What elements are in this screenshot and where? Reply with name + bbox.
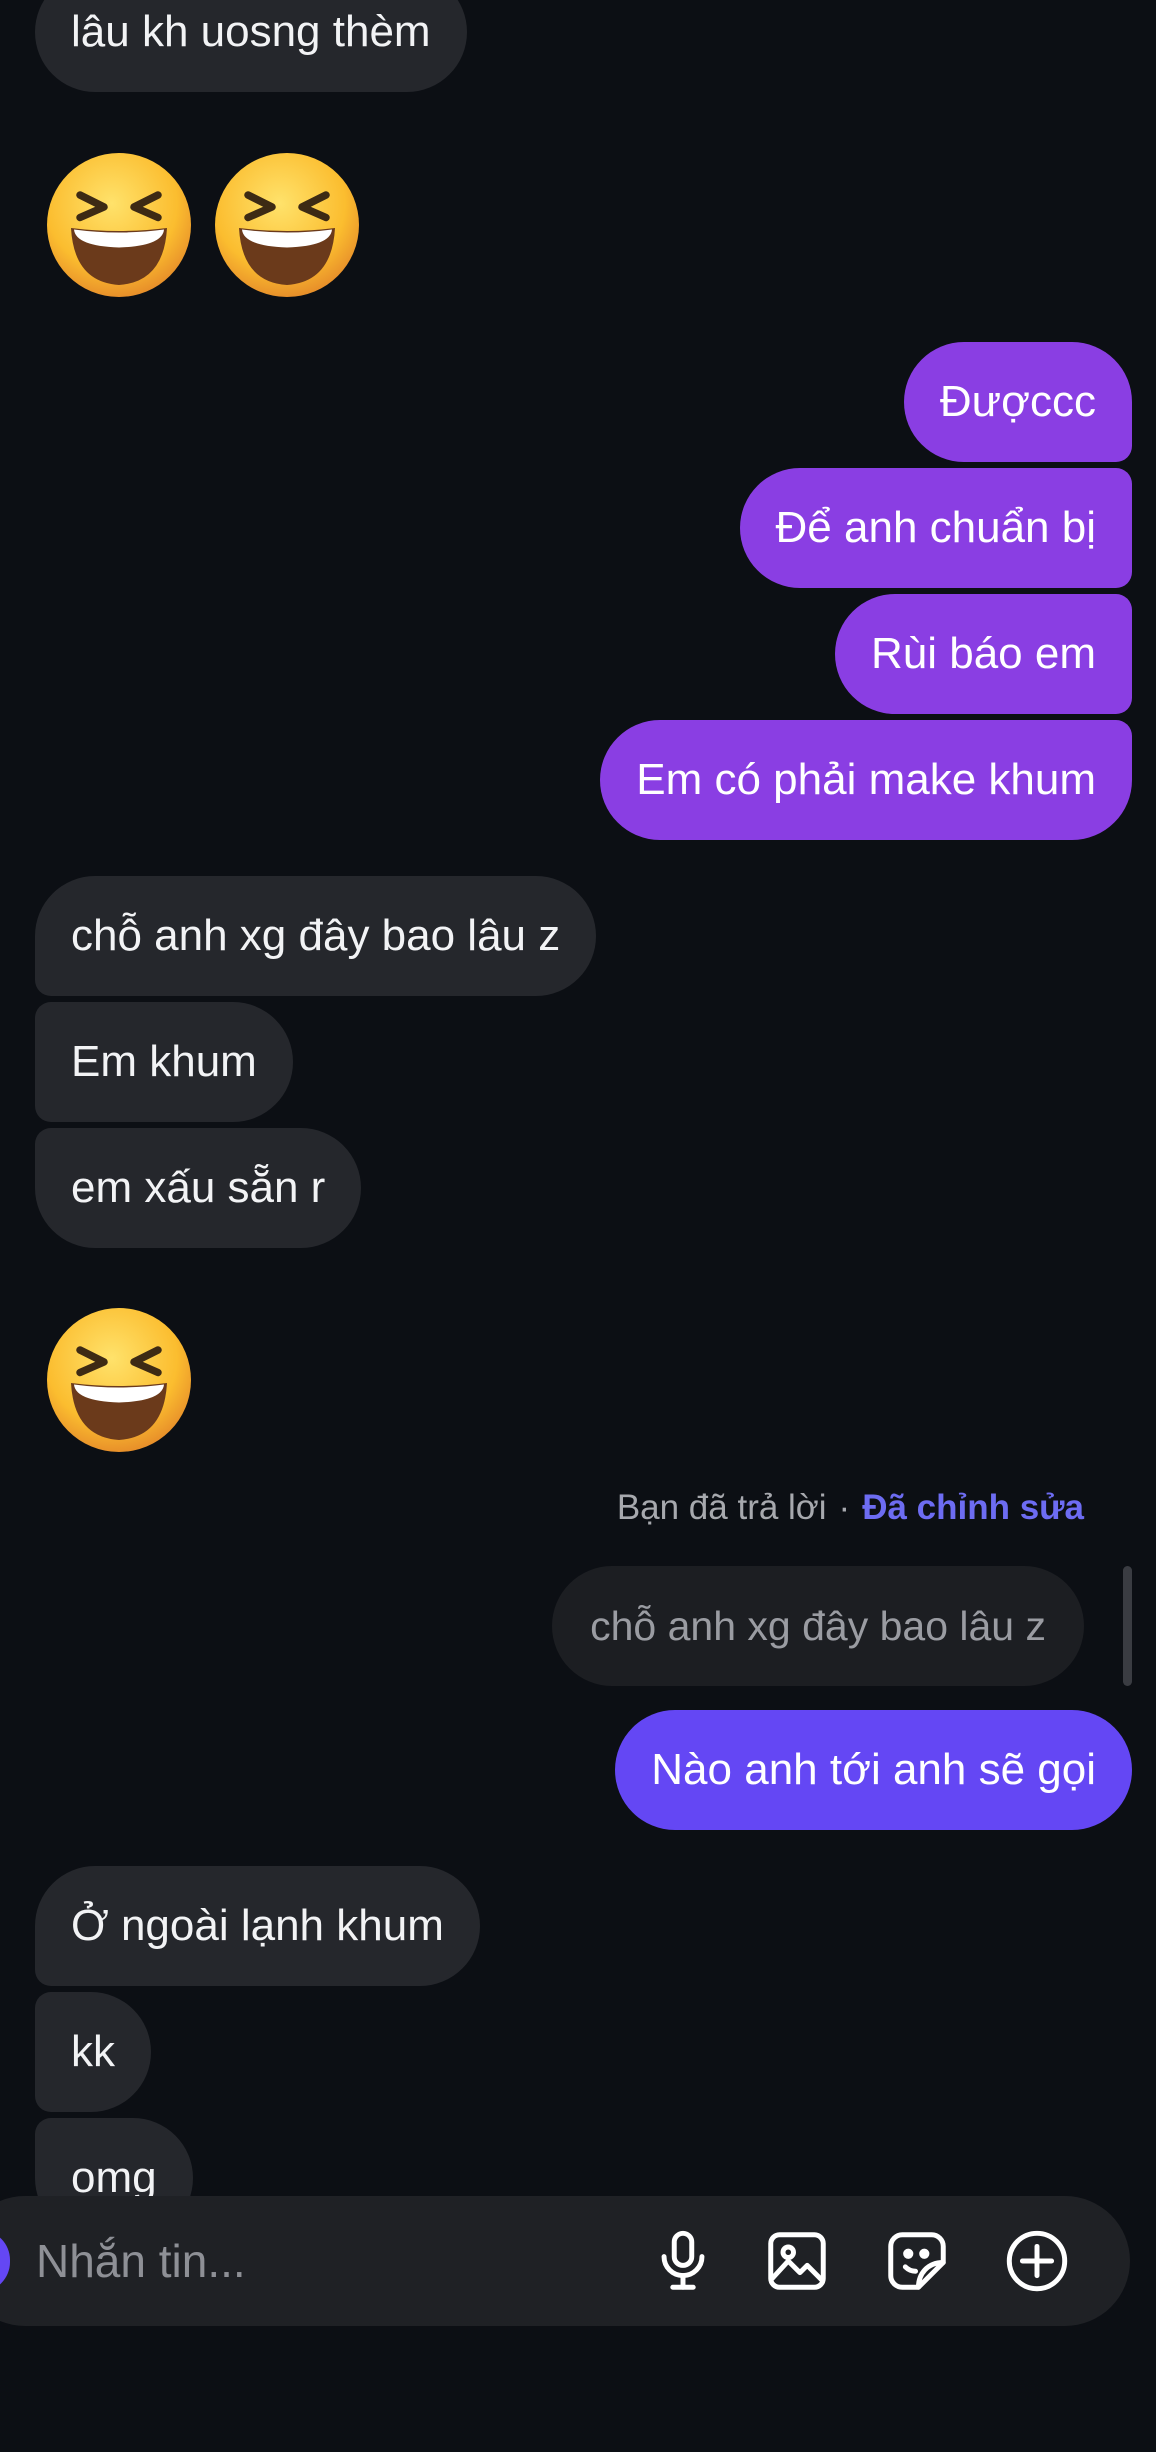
- message-outgoing[interactable]: Đượccc: [903, 342, 1132, 462]
- quoted-reply[interactable]: chỗ anh xg đây bao lâu z: [552, 1566, 1084, 1686]
- message-incoming[interactable]: Ở ngoài lạnh khum: [35, 1866, 480, 1986]
- message-outgoing[interactable]: Em có phải make khum: [600, 720, 1132, 840]
- message-outgoing[interactable]: Nào anh tới anh sẽ gọi: [615, 1710, 1132, 1830]
- message-incoming[interactable]: chỗ anh xg đây bao lâu z: [35, 876, 597, 996]
- message-incoming[interactable]: lâu kh uosng thèm: [35, 0, 467, 92]
- separator-dot: ·: [838, 1488, 851, 1527]
- reply-meta: Bạn đã trả lời · Đã chỉnh sửa: [617, 1488, 1084, 1528]
- message-incoming[interactable]: Em khum: [35, 1002, 293, 1122]
- message-input[interactable]: [36, 2196, 596, 2326]
- quote-indicator: [1123, 1566, 1132, 1686]
- message-outgoing[interactable]: Để anh chuẩn bị: [739, 468, 1132, 588]
- message-incoming[interactable]: kk: [35, 1992, 151, 2112]
- reply-label: Bạn đã trả lời: [616, 1488, 827, 1527]
- sticker-icon[interactable]: [882, 2226, 952, 2296]
- message-outgoing[interactable]: Rùi báo em: [834, 594, 1132, 714]
- plus-circle-icon[interactable]: [1002, 2226, 1072, 2296]
- image-icon[interactable]: [762, 2226, 832, 2296]
- edited-label[interactable]: Đã chỉnh sửa: [862, 1488, 1084, 1527]
- message-incoming[interactable]: em xấu sẵn r: [35, 1128, 362, 1248]
- grinning-squinting-face-emoji[interactable]: [212, 150, 362, 300]
- chat-thread: lâu kh uosng thèm Đượccc Để anh chuẩn bị…: [0, 0, 1156, 2452]
- grinning-squinting-face-emoji[interactable]: [44, 1305, 194, 1455]
- grinning-squinting-face-emoji[interactable]: [44, 150, 194, 300]
- microphone-icon[interactable]: [648, 2226, 718, 2296]
